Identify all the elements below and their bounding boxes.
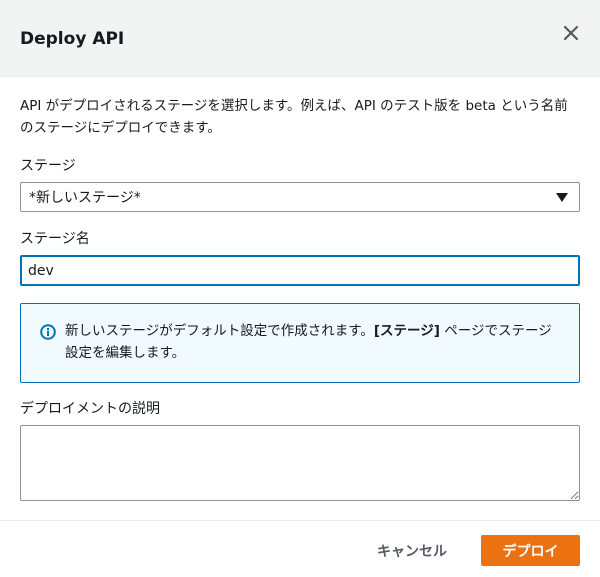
deployment-description-textarea[interactable] xyxy=(20,425,580,501)
footer-divider xyxy=(0,520,600,521)
stage-select-value: *新しいステージ* xyxy=(29,190,141,206)
deployment-description-label: デプロイメントの説明 xyxy=(20,401,160,417)
close-icon[interactable] xyxy=(558,20,584,46)
modal-description: API がデプロイされるステージを選択します。例えば、API のテスト版を be… xyxy=(20,98,568,136)
stage-label: ステージ xyxy=(20,158,76,174)
stage-select[interactable]: *新しいステージ* xyxy=(20,182,580,212)
modal-title: Deploy API xyxy=(20,29,125,49)
info-message: 新しいステージがデフォルト設定で作成されます。[ステージ] ページでステージ設定… xyxy=(65,320,565,364)
modal-header: Deploy API xyxy=(0,0,600,77)
stage-name-label: ステージ名 xyxy=(20,231,90,247)
info-text-before: 新しいステージがデフォルト設定で作成されます。 xyxy=(65,323,374,339)
cancel-button[interactable]: キャンセル xyxy=(360,535,464,566)
info-text-bold: [ステージ] xyxy=(373,323,440,339)
info-icon xyxy=(40,324,56,340)
info-alert: 新しいステージがデフォルト設定で作成されます。[ステージ] ページでステージ設定… xyxy=(20,303,580,383)
deploy-api-modal: Deploy API API がデプロイされるステージを選択します。例えば、AP… xyxy=(0,0,600,577)
stage-name-input[interactable] xyxy=(20,255,580,286)
deploy-button[interactable]: デプロイ xyxy=(481,535,580,566)
caret-down-icon xyxy=(556,193,568,202)
